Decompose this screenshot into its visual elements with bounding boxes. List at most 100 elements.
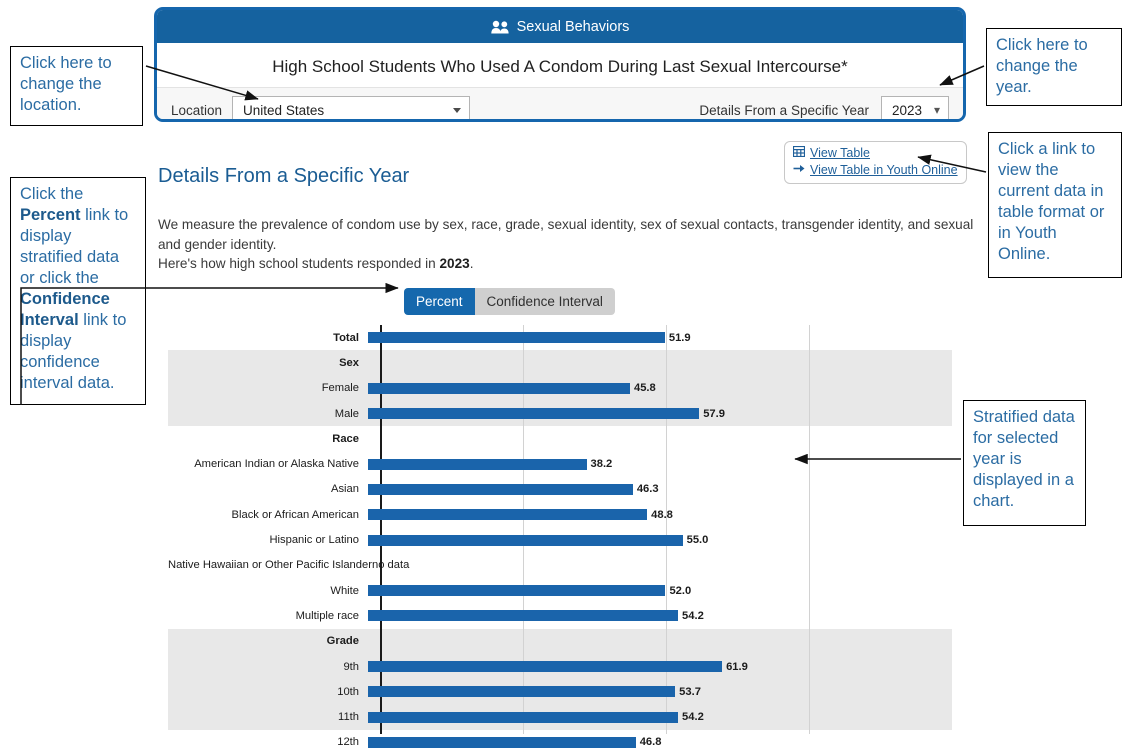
tab-percent[interactable]: Percent <box>404 288 475 315</box>
chart-row-label: Total <box>168 332 368 344</box>
chart-row: Race <box>168 426 952 451</box>
chart-bar-value: 38.2 <box>591 458 613 470</box>
chart-bar[interactable]: 52.0 <box>368 585 665 596</box>
chart-bar-value: 52.0 <box>669 585 691 597</box>
paragraph-measure: We measure the prevalence of condom use … <box>158 215 976 254</box>
chart-row-label: Race <box>168 433 368 445</box>
intro-paragraphs: We measure the prevalence of condom use … <box>158 215 976 274</box>
metric-tabs: Percent Confidence Interval <box>404 288 615 315</box>
chart-row-plot: 61.9 <box>368 654 952 679</box>
callout-links: Click a link to view the current data in… <box>988 132 1122 278</box>
chart-bar[interactable]: 38.2 <box>368 459 587 470</box>
chart-row-label: Male <box>168 408 368 420</box>
chart-bar-value: 45.8 <box>634 382 656 394</box>
chart-bar[interactable]: 54.2 <box>368 610 678 621</box>
location-label: Location <box>171 103 222 118</box>
year-select-value: 2023 <box>892 103 922 118</box>
chart-row-plot <box>368 350 952 375</box>
chart-row: Black or African American48.8 <box>168 502 952 527</box>
chart-row: Male57.9 <box>168 401 952 426</box>
data-widget-panel: Sexual Behaviors High School Students Wh… <box>154 7 966 122</box>
chart-row-label: Sex <box>168 357 368 369</box>
callout-chart: Stratified data for selected year is dis… <box>963 400 1086 526</box>
chart-no-data-label: no data <box>372 559 409 571</box>
chart-row-label: White <box>168 585 368 597</box>
chart-bar[interactable]: 46.3 <box>368 484 633 495</box>
arrow-right-icon <box>793 162 805 179</box>
chart-row-plot: 46.3 <box>368 477 952 502</box>
chart-row-plot: 54.2 <box>368 603 952 628</box>
chart-row: Grade <box>168 629 952 654</box>
year-label: Details From a Specific Year <box>699 103 869 118</box>
chart-bar[interactable]: 46.8 <box>368 737 636 748</box>
chart-row-plot: 51.9 <box>368 325 952 350</box>
section-title: Details From a Specific Year <box>158 165 409 188</box>
chart-row-label: 10th <box>168 686 368 698</box>
chart-row-label: Hispanic or Latino <box>168 534 368 546</box>
chart-row-plot: 52.0 <box>368 578 952 603</box>
chart-row: White52.0 <box>168 578 952 603</box>
view-table-link[interactable]: View Table <box>793 145 958 162</box>
chart-row: Sex <box>168 350 952 375</box>
chart-row: American Indian or Alaska Native38.2 <box>168 451 952 476</box>
chart-row-plot: 48.8 <box>368 502 952 527</box>
stratified-bar-chart: Total51.9SexFemale45.8Male57.9RaceAmeric… <box>168 325 952 734</box>
chart-bar[interactable]: 61.9 <box>368 661 722 672</box>
chart-row-label: Black or African American <box>168 509 368 521</box>
chart-row-label: 12th <box>168 736 368 748</box>
chart-row-plot: 53.7 <box>368 679 952 704</box>
chart-bar-value: 48.8 <box>651 509 673 521</box>
widget-controls: Location United States Details From a Sp… <box>157 87 963 122</box>
caret-down-icon <box>453 108 461 113</box>
callout-tabs: Click the Percent link to display strati… <box>10 177 146 405</box>
paragraph-responded-year: 2023 <box>439 256 469 271</box>
chart-row: Total51.9 <box>168 325 952 350</box>
chart-bar[interactable]: 57.9 <box>368 408 699 419</box>
chart-row: Hispanic or Latino55.0 <box>168 527 952 552</box>
callout-tabs-percent: Percent <box>20 206 81 224</box>
view-table-link-label: View Table <box>810 145 870 162</box>
location-select-value: United States <box>243 103 324 118</box>
chart-bar[interactable]: 54.2 <box>368 712 678 723</box>
callout-tabs-pre: Click the <box>20 185 83 203</box>
chart-row-label: Native Hawaiian or Other Pacific Islande… <box>168 559 368 571</box>
widget-title: High School Students Who Used A Condom D… <box>157 43 963 87</box>
chart-bar-value: 54.2 <box>682 610 704 622</box>
chart-bar[interactable]: 45.8 <box>368 383 630 394</box>
chart-row: Multiple race54.2 <box>168 603 952 628</box>
chart-bar-value: 55.0 <box>687 534 709 546</box>
year-select[interactable]: 2023 ▾ <box>881 96 949 122</box>
chart-row-plot: 54.2 <box>368 704 952 729</box>
chart-row-plot: 45.8 <box>368 376 952 401</box>
chart-row-label: 9th <box>168 661 368 673</box>
callout-year: Click here to change the year. <box>986 28 1122 106</box>
paragraph-responded: Here's how high school students responde… <box>158 254 976 274</box>
chart-bar-value: 53.7 <box>679 686 701 698</box>
chart-row: 11th54.2 <box>168 704 952 729</box>
chart-row-label: American Indian or Alaska Native <box>168 458 368 470</box>
chart-row-plot <box>368 629 952 654</box>
chart-bar[interactable]: 48.8 <box>368 509 647 520</box>
widget-header: Sexual Behaviors <box>157 10 963 43</box>
view-table-youth-online-link[interactable]: View Table in Youth Online <box>793 162 958 179</box>
chart-bar-value: 61.9 <box>726 661 748 673</box>
widget-header-title: Sexual Behaviors <box>517 19 630 35</box>
paragraph-responded-pre: Here's how high school students responde… <box>158 256 439 271</box>
tab-confidence-interval[interactable]: Confidence Interval <box>475 288 615 315</box>
chart-bar-value: 46.8 <box>640 736 662 748</box>
view-table-links-box: View Table View Table in Youth Online <box>784 141 967 184</box>
chart-row-plot: 55.0 <box>368 527 952 552</box>
chart-row-plot <box>368 426 952 451</box>
chart-bar[interactable]: 55.0 <box>368 535 683 546</box>
chart-row: 10th53.7 <box>168 679 952 704</box>
chart-bar[interactable]: 53.7 <box>368 686 675 697</box>
chart-bar[interactable]: 51.9 <box>368 332 665 343</box>
location-select[interactable]: United States <box>232 96 470 122</box>
chevron-down-icon: ▾ <box>934 104 940 116</box>
paragraph-responded-post: . <box>470 256 474 271</box>
chart-bar-value: 57.9 <box>703 408 725 420</box>
chart-row: Female45.8 <box>168 376 952 401</box>
callout-location: Click here to change the location. <box>10 46 143 126</box>
chart-row-label: 11th <box>168 711 368 723</box>
chart-row: Native Hawaiian or Other Pacific Islande… <box>168 553 952 578</box>
